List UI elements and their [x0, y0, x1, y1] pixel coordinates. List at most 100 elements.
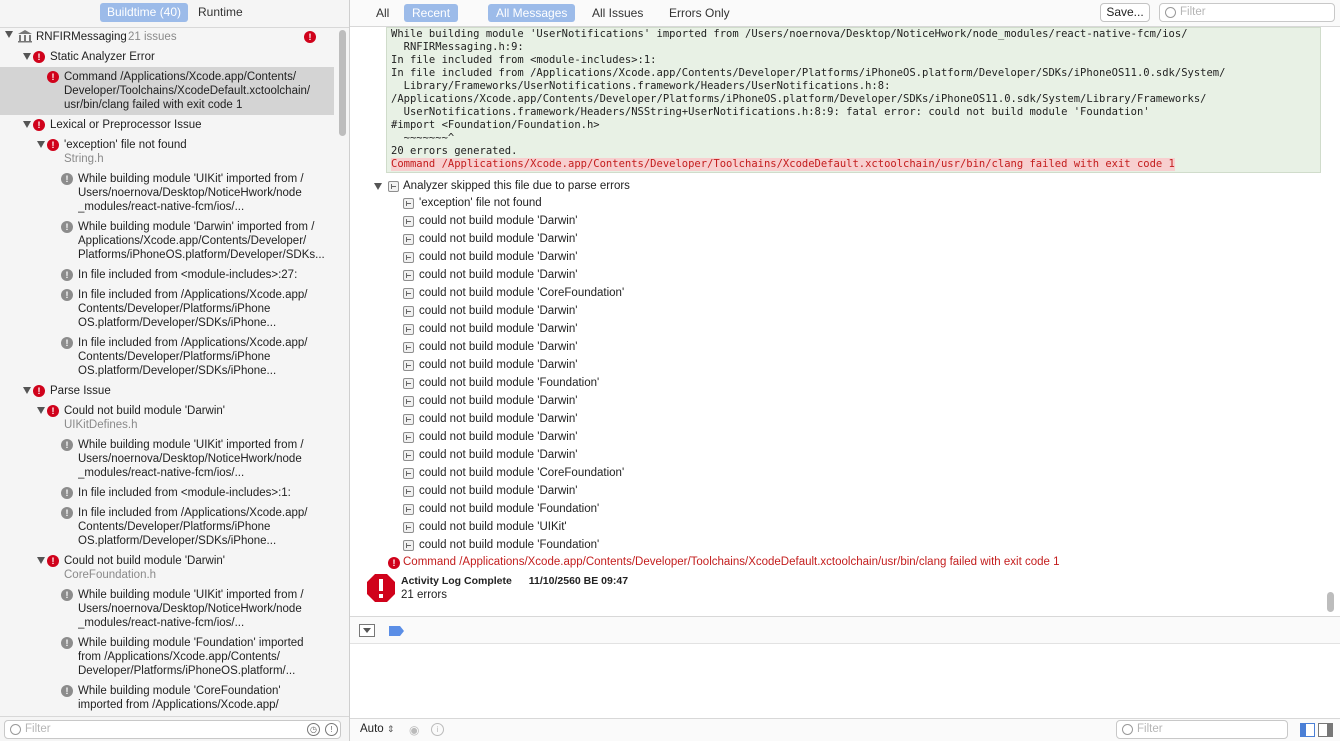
tab-runtime[interactable]: Runtime: [191, 3, 250, 22]
issue-item[interactable]: ! Command /Applications/Xcode.app/Content…: [0, 67, 334, 115]
disclosure-triangle-icon[interactable]: [374, 183, 382, 190]
breakpoint-icon[interactable]: [389, 625, 405, 637]
issue-file: String.h: [64, 153, 104, 165]
navigator-filter-input[interactable]: Filter ◷ !: [4, 720, 341, 739]
navigator-footer: Filter ◷ !: [0, 716, 349, 741]
disclosure-triangle-icon[interactable]: [37, 141, 45, 148]
issue-label: In file included from /Applications/Xcod…: [78, 507, 308, 547]
analyzer-note-icon: [403, 432, 414, 443]
disclosure-triangle-icon[interactable]: [5, 31, 13, 38]
analyzer-note-icon: [403, 378, 414, 389]
info-icon[interactable]: i: [431, 723, 444, 736]
log-filter-input[interactable]: Filter: [1159, 3, 1335, 22]
analyzer-item-text: could not build module 'Foundation': [419, 377, 600, 389]
filter-icon: [1122, 724, 1133, 735]
command-error-text: Command /Applications/Xcode.app/Contents…: [403, 556, 1060, 568]
log-scrollbar[interactable]: [1327, 592, 1334, 612]
analyzer-note-icon: [403, 342, 414, 353]
issue-label: Could not build module 'Darwin': [64, 405, 226, 417]
code-line: #import <Foundation/Foundation.h>: [391, 119, 600, 131]
issue-note[interactable]: ! In file included from /Applications/Xco…: [0, 285, 334, 333]
analyzer-note-icon: [403, 540, 414, 551]
clock-icon[interactable]: ◷: [307, 723, 320, 736]
analyzer-note-icon: [403, 324, 414, 335]
analyzer-item-text: could not build module 'CoreFoundation': [419, 287, 625, 299]
issue-label: While building module 'UIKit' imported f…: [78, 173, 304, 213]
code-error-line: Command /Applications/Xcode.app/Contents…: [391, 158, 1175, 171]
issue-label: Parse Issue: [50, 385, 111, 397]
filter-errors-only[interactable]: Errors Only: [661, 4, 738, 22]
analyzer-item-text: could not build module 'Darwin': [419, 359, 578, 371]
issue-group[interactable]: ! Lexical or Preprocessor Issue: [0, 115, 334, 135]
issue-note[interactable]: ! While building module 'CoreFoundation' …: [0, 681, 334, 715]
issue-note[interactable]: ! While building module 'UIKit' imported …: [0, 585, 334, 633]
disclosure-triangle-icon[interactable]: [23, 387, 31, 394]
issue-filter-icon[interactable]: !: [325, 723, 338, 736]
issue-note[interactable]: ! In file included from <module-includes>…: [0, 483, 334, 503]
issue-label: Could not build module 'Darwin': [64, 555, 226, 567]
console-filter-input[interactable]: Filter: [1116, 720, 1288, 739]
issue-group[interactable]: ! Parse Issue: [0, 381, 334, 401]
show-variables-view-icon[interactable]: [1300, 723, 1315, 737]
error-icon: !: [47, 555, 59, 567]
filter-icon: [1165, 7, 1176, 18]
target-row[interactable]: RNFIRMessaging 21 issues !: [0, 28, 334, 46]
issue-note[interactable]: ! In file included from /Applications/Xco…: [0, 333, 334, 381]
navigator-scrollbar[interactable]: [339, 30, 346, 136]
issue-note[interactable]: ! While building module 'UIKit' imported …: [0, 435, 334, 483]
issue-label: While building module 'UIKit' imported f…: [78, 439, 304, 479]
disclosure-triangle-icon[interactable]: [23, 53, 31, 60]
error-icon: !: [47, 139, 59, 151]
scope-all[interactable]: All: [368, 4, 397, 22]
disclosure-triangle-icon[interactable]: [37, 407, 45, 414]
analyzer-note-icon: [403, 414, 414, 425]
analyzer-note-icon: [403, 450, 414, 461]
filter-all-messages[interactable]: All Messages: [488, 4, 576, 22]
log-content: While building module 'UserNotifications…: [350, 27, 1340, 615]
analyzer-note-icon: [403, 486, 414, 497]
code-line: While building module 'UserNotifications…: [391, 28, 1188, 40]
issue-label: 'exception' file not found: [64, 139, 187, 151]
target-issue-count: 21 issues: [128, 31, 177, 43]
analyzer-item-text: could not build module 'Darwin': [419, 485, 578, 497]
console-area[interactable]: [350, 644, 1340, 718]
analyzer-note-icon: [403, 504, 414, 515]
hide-debug-area-icon[interactable]: [359, 624, 375, 638]
issue-note[interactable]: ! In file included from <module-includes>…: [0, 265, 334, 285]
eye-icon[interactable]: ◉: [409, 723, 419, 737]
analyzer-item-text: could not build module 'UIKit': [419, 521, 567, 533]
analyzer-item-text: could not build module 'Darwin': [419, 449, 578, 461]
note-icon: !: [61, 507, 73, 519]
output-mode-selector[interactable]: Auto ⇕: [360, 723, 394, 735]
activity-log-error-count: 21 errors: [401, 589, 448, 601]
issue-item[interactable]: ! 'exception' file not found String.h: [0, 135, 334, 169]
issue-note[interactable]: ! While building module 'Foundation' impo…: [0, 633, 334, 681]
issue-note[interactable]: ! While building module 'Darwin' imported…: [0, 217, 334, 265]
error-icon: !: [47, 405, 59, 417]
issue-item[interactable]: ! Could not build module 'Darwin' UIKitDef…: [0, 401, 334, 435]
analyzer-note-icon: [403, 306, 414, 317]
filter-all-issues[interactable]: All Issues: [584, 4, 651, 22]
disclosure-triangle-icon[interactable]: [23, 121, 31, 128]
tab-buildtime[interactable]: Buildtime (40): [100, 3, 189, 22]
disclosure-triangle-icon[interactable]: [37, 557, 45, 564]
note-icon: !: [61, 221, 73, 233]
code-line: In file included from <module-includes>:…: [391, 54, 657, 66]
issue-item[interactable]: ! Could not build module 'Darwin' CoreFoun…: [0, 551, 334, 585]
scope-recent[interactable]: Recent: [404, 4, 459, 22]
issue-label: Static Analyzer Error: [50, 51, 155, 63]
issue-note[interactable]: ! In file included from /Applications/Xco…: [0, 503, 334, 551]
issue-note[interactable]: ! While building module 'UIKit' imported …: [0, 169, 334, 217]
analyzer-item-text: could not build module 'Darwin': [419, 269, 578, 281]
show-console-view-icon[interactable]: [1318, 723, 1333, 737]
activity-error-icon: [367, 574, 395, 602]
updown-chevron-icon: ⇕: [386, 724, 395, 734]
analyzer-item-text: could not build module 'Darwin': [419, 395, 578, 407]
issue-tree: RNFIRMessaging 21 issues ! ! Static Analy…: [0, 28, 349, 716]
note-icon: !: [61, 439, 73, 451]
build-log: All Recent All Messages All Issues Error…: [350, 0, 1340, 741]
issue-group[interactable]: ! Static Analyzer Error: [0, 47, 334, 67]
code-line: 20 errors generated.: [391, 145, 518, 157]
output-mode-label: Auto: [360, 723, 384, 735]
save-button[interactable]: Save...: [1100, 3, 1150, 22]
